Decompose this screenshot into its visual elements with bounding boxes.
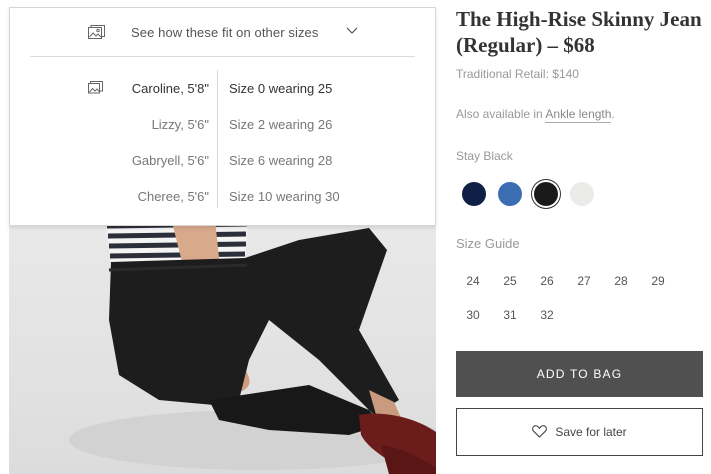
product-photo	[9, 210, 436, 474]
swatch-black[interactable]	[534, 182, 558, 206]
swatch-white[interactable]	[570, 182, 594, 206]
chevron-down-icon[interactable]	[346, 27, 358, 35]
fit-popover-title: See how these fit on other sizes	[131, 25, 319, 40]
product-title: The High-Rise Skinny Jean (Regular) – $6…	[456, 7, 702, 57]
model-size: Size 6 wearing 28	[229, 153, 333, 168]
swatch-navy[interactable]	[462, 182, 486, 206]
model-size: Size 10 wearing 30	[229, 189, 340, 204]
size-guide-label[interactable]: Size Guide	[456, 236, 520, 251]
fit-popover: See how these fit on other sizes Carolin…	[9, 7, 436, 226]
traditional-retail-price: Traditional Retail: $140	[456, 67, 579, 81]
model-photo-illustration	[69, 210, 436, 474]
size-option[interactable]: 30	[456, 298, 490, 332]
size-option[interactable]: 31	[493, 298, 527, 332]
also-available-prefix: Also available in	[456, 107, 546, 121]
swatch-blue[interactable]	[498, 182, 522, 206]
model-name: Gabryell, 5'6"	[131, 153, 209, 168]
save-for-later-label: Save for later	[555, 425, 627, 439]
photo-icon	[88, 25, 105, 39]
model-size: Size 2 wearing 26	[229, 117, 333, 132]
heart-icon	[532, 424, 548, 438]
add-to-bag-button[interactable]: ADD TO BAG	[456, 351, 703, 397]
size-option[interactable]: 27	[567, 264, 601, 298]
ankle-length-link[interactable]: Ankle length	[545, 107, 612, 123]
model-name: Lizzy, 5'6"	[151, 117, 209, 132]
size-option[interactable]: 28	[604, 264, 638, 298]
size-option[interactable]: 26	[530, 264, 564, 298]
size-option[interactable]: 24	[456, 264, 490, 298]
also-available: Also available in Ankle length.	[456, 107, 615, 123]
save-for-later-button[interactable]: Save for later	[456, 408, 703, 456]
fit-row[interactable]: Lizzy, 5'6" Size 2 wearing 26	[10, 106, 437, 142]
model-name: Caroline, 5'8"	[131, 81, 209, 96]
size-option[interactable]: 32	[530, 298, 564, 332]
model-size: Size 0 wearing 25	[229, 81, 333, 96]
also-available-suffix: .	[611, 107, 615, 121]
fit-row[interactable]: Caroline, 5'8" Size 0 wearing 25	[10, 70, 437, 106]
size-option[interactable]: 29	[641, 264, 675, 298]
size-option[interactable]: 25	[493, 264, 527, 298]
model-name: Cheree, 5'6"	[137, 189, 209, 204]
photo-icon	[88, 81, 103, 94]
fit-row[interactable]: Cheree, 5'6" Size 10 wearing 30	[10, 178, 437, 214]
fit-popover-header[interactable]: See how these fit on other sizes	[30, 8, 415, 57]
fit-row[interactable]: Gabryell, 5'6" Size 6 wearing 28	[10, 142, 437, 178]
selected-color-name: Stay Black	[456, 149, 513, 163]
